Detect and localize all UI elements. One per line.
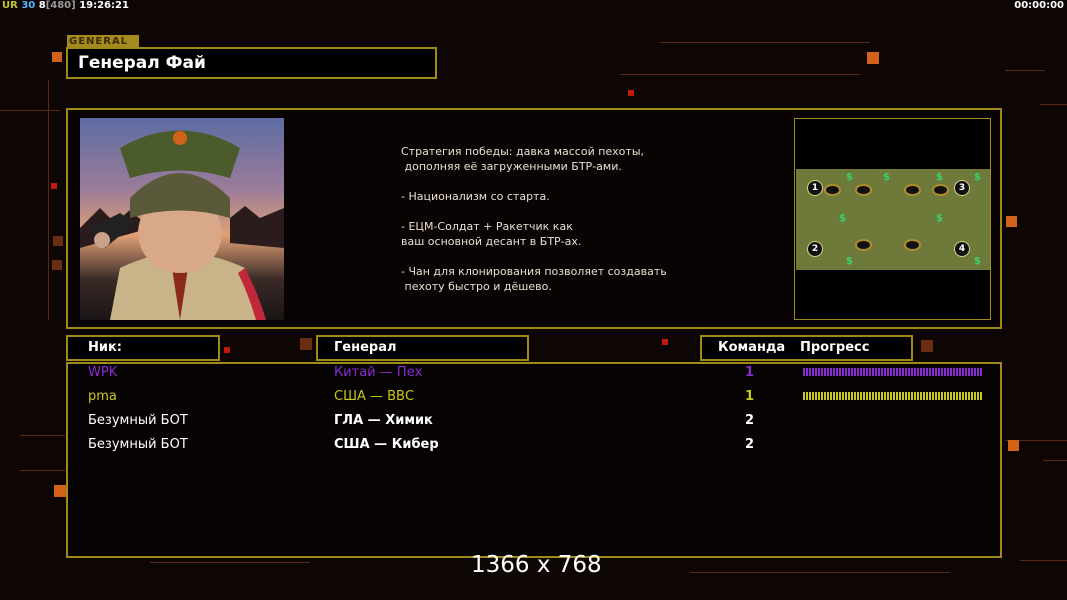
status-bracket: [480]	[45, 0, 76, 11]
player-row: WPK Китай — Пех 1	[0, 365, 1067, 385]
player-team: 2	[745, 437, 755, 452]
supply-pit	[855, 184, 872, 196]
column-header-nick: Ник:	[66, 335, 220, 361]
status-bar: UR 30 8[480] 19:26:21	[2, 0, 129, 11]
column-header-nick-label: Ник:	[88, 340, 123, 355]
column-header-general-label: Генерал	[334, 340, 397, 355]
general-name: Генерал Фай	[78, 53, 206, 73]
player-general: США — ВВС	[334, 389, 415, 404]
start-position-3: 3	[954, 180, 970, 196]
status-count: 8	[38, 0, 46, 11]
money-icon: $	[839, 213, 846, 224]
player-team: 2	[745, 413, 755, 428]
money-icon: $	[846, 172, 853, 183]
supply-pit	[824, 184, 841, 196]
general-description: Стратегия победы: давка массой пехоты, д…	[401, 145, 667, 293]
supply-pit	[855, 239, 872, 251]
loading-progress-bar	[803, 368, 983, 376]
start-position-2: 2	[807, 241, 823, 257]
player-nick: WPK	[88, 365, 118, 380]
money-icon: $	[936, 172, 943, 183]
supply-pit	[932, 184, 949, 196]
money-icon: $	[974, 256, 981, 267]
player-nick: Безумный БОТ	[88, 437, 188, 452]
start-position-4: 4	[954, 241, 970, 257]
player-general: США — Кибер	[334, 437, 439, 452]
supply-pit	[904, 239, 921, 251]
status-fps: 30	[21, 0, 36, 11]
map-preview[interactable]: $ $ $ $ $ $ $ $ 1 2 3 4	[796, 169, 990, 270]
player-nick: Безумный БОТ	[88, 413, 188, 428]
player-general: ГЛА — Химик	[334, 413, 433, 428]
money-icon: $	[974, 172, 981, 183]
player-row: pma США — ВВС 1	[0, 389, 1067, 409]
player-row: Безумный БОТ ГЛА — Химик 2	[0, 413, 1067, 433]
money-icon: $	[936, 213, 943, 224]
status-clock: 19:26:21	[79, 0, 129, 11]
general-portrait	[80, 118, 284, 320]
column-header-team-progress: Команда Прогресс	[700, 335, 913, 361]
player-row: Безумный БОТ США — Кибер 2	[0, 437, 1067, 457]
player-nick: pma	[88, 389, 117, 404]
column-header-progress-label: Прогресс	[800, 340, 870, 355]
general-title-box: Генерал Фай	[66, 47, 437, 79]
status-ur: UR	[2, 0, 18, 11]
column-header-general: Генерал	[316, 335, 529, 361]
money-icon: $	[883, 172, 890, 183]
player-team: 1	[745, 365, 755, 380]
loading-progress-bar	[803, 392, 983, 400]
supply-pit	[904, 184, 921, 196]
player-team: 1	[745, 389, 755, 404]
player-general: Китай — Пех	[334, 365, 423, 380]
general-portrait-image	[80, 130, 284, 320]
money-icon: $	[846, 256, 853, 267]
game-timer: 00:00:00	[1014, 0, 1064, 11]
resolution-overlay: 1366 x 768	[471, 552, 602, 578]
start-position-1: 1	[807, 180, 823, 196]
column-header-team-label: Команда	[718, 340, 786, 355]
